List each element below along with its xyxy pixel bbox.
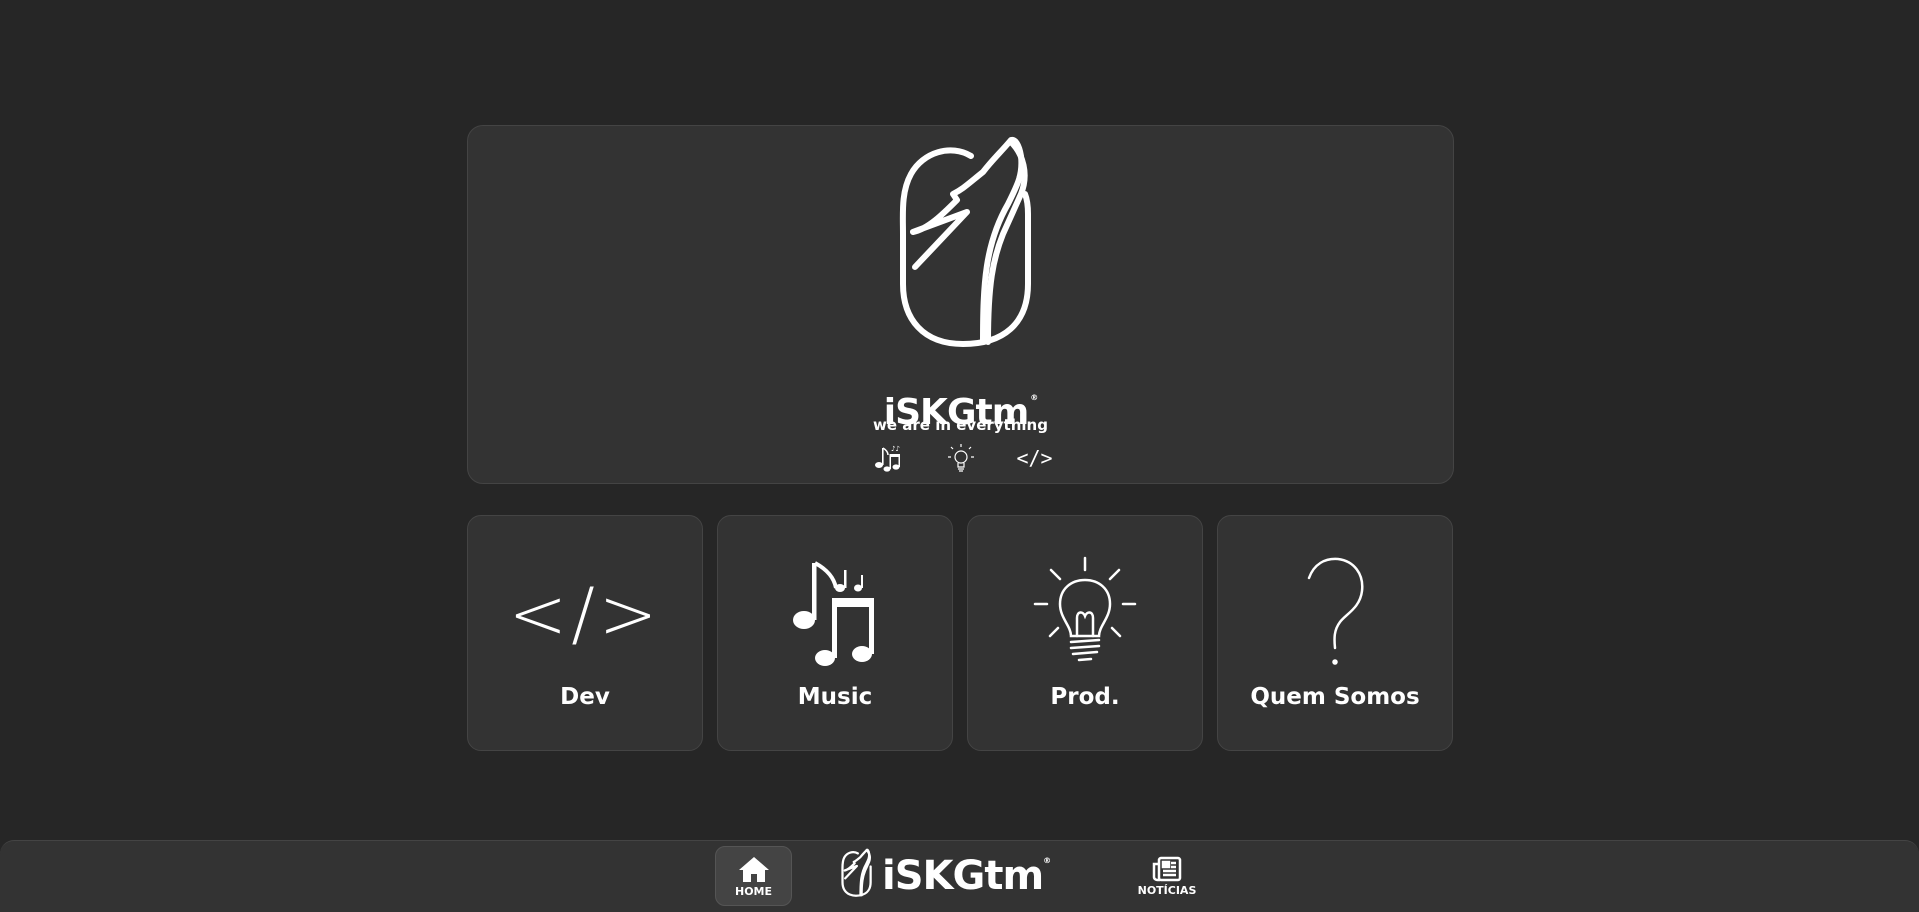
category-cards: </> Dev Music Prod. Quem Somos: [467, 515, 1453, 751]
hero-panel: iSKGtm ® we are in everything ♪♪ </>: [467, 125, 1454, 484]
newspaper-icon: [1152, 856, 1182, 881]
brand-tagline: we are in everything: [873, 416, 1048, 434]
registered-mark: ®: [1043, 856, 1051, 865]
card-music[interactable]: Music: [717, 515, 953, 751]
nav-news-button[interactable]: NOTÍCIAS: [1130, 846, 1204, 906]
home-icon: [738, 856, 769, 882]
music-notes-icon: ♪♪: [872, 442, 902, 474]
brand-logo-icon: [899, 136, 1031, 347]
card-label: Quem Somos: [1250, 684, 1420, 710]
svg-text:♪♪: ♪♪: [891, 445, 900, 453]
nav-brand-logo[interactable]: iSKGtm®: [838, 846, 1051, 906]
card-label: Music: [797, 684, 873, 710]
brand-logo-icon: [841, 848, 872, 897]
nav-home-label: HOME: [734, 884, 773, 898]
nav-brand-name: iSKGtm®: [882, 853, 1051, 899]
hero-icon-row: ♪♪ </>: [468, 442, 1453, 474]
card-label: Prod.: [1050, 684, 1120, 710]
card-quem-somos[interactable]: Quem Somos: [1217, 515, 1453, 751]
music-notes-icon: [718, 556, 952, 671]
lightbulb-icon: [946, 442, 976, 474]
lightbulb-icon: [968, 556, 1202, 671]
registered-mark: ®: [1030, 393, 1038, 402]
nav-home-button[interactable]: HOME: [715, 846, 792, 906]
code-icon: </>: [1016, 446, 1053, 470]
nav-news-label: NOTÍCIAS: [1137, 883, 1197, 897]
card-label: Dev: [560, 684, 610, 710]
question-mark-icon: [1218, 556, 1452, 671]
card-dev[interactable]: </> Dev: [467, 515, 703, 751]
code-icon: </>: [508, 572, 662, 655]
bottom-navigation: HOME iSKGtm® NOTÍCIAS: [0, 840, 1919, 912]
card-prod[interactable]: Prod.: [967, 515, 1203, 751]
